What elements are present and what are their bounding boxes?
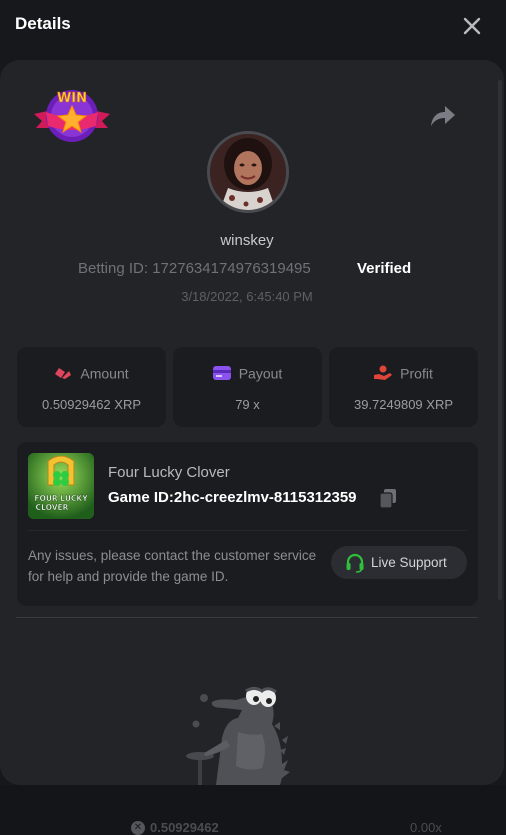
- profit-value: 39.7249809 XRP: [353, 397, 454, 412]
- thumb-text-1: FOUR LUCKY: [34, 494, 88, 503]
- crocodile-mascot-icon: [186, 687, 290, 785]
- xrp-coin-icon: ✕: [131, 821, 145, 835]
- betting-id: Betting ID: 1727634174976319495: [78, 260, 311, 277]
- details-panel: WIN winskey Betting ID: 1727634174976319…: [0, 60, 504, 785]
- profit-card: Profit 39.7249809 XRP: [329, 347, 478, 427]
- win-badge-icon: WIN: [34, 90, 110, 142]
- win-badge-text: WIN: [57, 91, 87, 106]
- section-divider: [16, 617, 478, 618]
- betting-id-value: 1727634174976319495: [152, 260, 311, 277]
- betting-id-label: Betting ID:: [78, 260, 149, 277]
- live-support-button[interactable]: Live Support: [331, 546, 467, 579]
- amount-icon: [55, 368, 72, 380]
- background-bet-row: ✕ 0.50929462 0.00x: [0, 818, 506, 835]
- thumb-text-2: CLOVER: [36, 503, 69, 512]
- bet-timestamp: 3/18/2022, 6:45:40 PM: [181, 289, 313, 304]
- close-icon[interactable]: [458, 12, 486, 40]
- live-support-label: Live Support: [371, 555, 447, 570]
- game-id-label: Game ID:: [108, 489, 174, 506]
- game-card-divider: [28, 530, 467, 531]
- headset-icon: [346, 553, 364, 573]
- profit-hand-icon: [374, 365, 393, 381]
- details-header: Details: [0, 0, 506, 52]
- game-id: Game ID:2hc-creezlmv-8115312359: [108, 489, 357, 506]
- details-title: Details: [15, 14, 71, 33]
- verified-badge: Verified: [357, 260, 412, 277]
- support-help-text: Any issues, please contact the customer …: [28, 548, 317, 584]
- amount-value: 0.50929462 XRP: [41, 397, 142, 412]
- game-thumbnail[interactable]: FOUR LUCKY CLOVER: [28, 453, 94, 519]
- amount-label: Amount: [80, 365, 129, 382]
- avatar: [207, 131, 289, 213]
- payout-label: Payout: [238, 365, 283, 382]
- amount-card: Amount 0.50929462 XRP: [17, 347, 166, 427]
- panel-scrollbar[interactable]: [498, 80, 502, 600]
- game-name[interactable]: Four Lucky Clover: [108, 464, 230, 481]
- background-amount: 0.50929462: [150, 820, 219, 835]
- background-multiplier: 0.00x: [410, 820, 442, 835]
- payout-card: Payout 79 x: [173, 347, 322, 427]
- payout-value: 79 x: [235, 397, 260, 412]
- profit-label: Profit: [400, 365, 433, 382]
- username: winskey: [220, 232, 274, 249]
- copy-icon[interactable]: [379, 489, 397, 509]
- game-card: FOUR LUCKY CLOVER Four Lucky Clover Game…: [17, 442, 478, 606]
- share-icon[interactable]: [430, 104, 456, 128]
- payout-card-icon: [212, 366, 231, 381]
- game-id-value: 2hc-creezlmv-8115312359: [173, 489, 357, 506]
